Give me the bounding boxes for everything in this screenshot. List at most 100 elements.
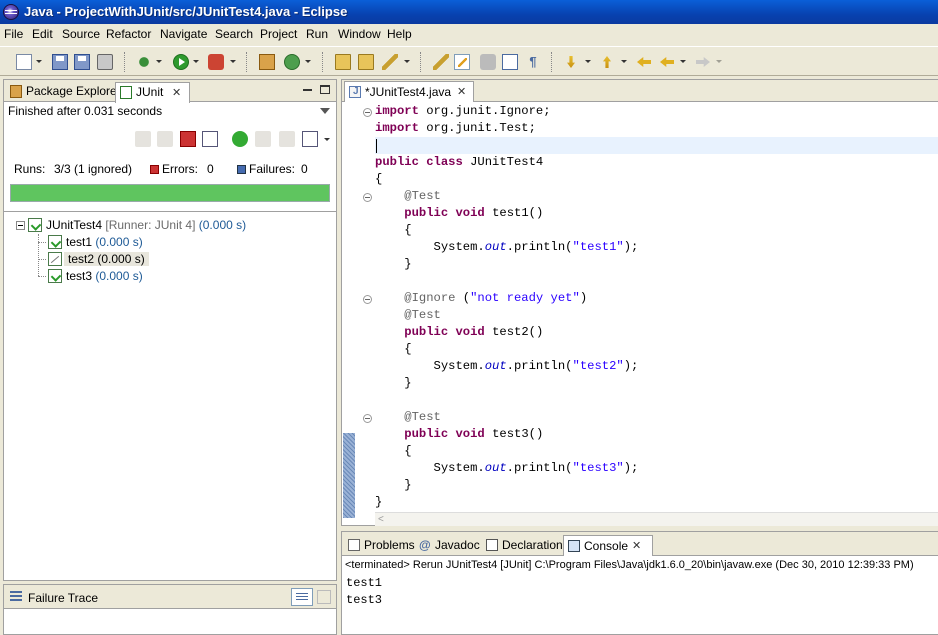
code-line: @Ignore ("not ready yet") <box>375 290 587 307</box>
console-output[interactable]: test1 test3 <box>346 575 382 609</box>
fold-test3-icon[interactable] <box>363 414 372 423</box>
save-all-icon[interactable] <box>74 54 90 70</box>
save-icon[interactable] <box>52 54 68 70</box>
compare-results-button[interactable] <box>317 590 331 604</box>
next-annotation-dropdown-icon[interactable] <box>585 54 591 70</box>
print-icon[interactable] <box>97 54 113 70</box>
fold-test2-icon[interactable] <box>363 295 372 304</box>
tab-junit-label: JUnit <box>136 85 164 99</box>
rerun-failed-first-icon[interactable] <box>255 131 271 147</box>
debug-icon[interactable] <box>136 54 152 70</box>
code-line: public void test3() <box>375 426 543 443</box>
error-icon <box>150 165 159 175</box>
open-type-icon[interactable] <box>335 54 351 70</box>
maximize-icon[interactable] <box>320 85 330 94</box>
test-time: (0.000 s) <box>97 252 145 266</box>
horizontal-scrollbar[interactable]: < <box>375 512 938 526</box>
tab-problems[interactable]: Problems <box>344 535 419 555</box>
previous-annotation-icon[interactable] <box>599 54 615 70</box>
run-icon[interactable] <box>173 54 189 70</box>
forward-icon[interactable] <box>695 54 711 70</box>
open-folder-icon[interactable] <box>358 54 374 70</box>
forward-dropdown-icon[interactable] <box>716 54 722 70</box>
close-icon[interactable]: ✕ <box>172 86 181 99</box>
show-source-icon[interactable] <box>502 54 518 70</box>
back-dropdown-icon[interactable] <box>680 54 686 70</box>
next-failure-icon[interactable] <box>135 131 151 147</box>
new-dropdown-icon[interactable] <box>36 54 42 70</box>
errors-counter: Errors: <box>150 162 198 176</box>
menu-refactor[interactable]: Refactor <box>106 27 151 41</box>
search-dropdown-icon[interactable] <box>404 54 410 70</box>
new-icon[interactable] <box>16 54 32 70</box>
view-menu-icon[interactable] <box>320 108 330 114</box>
code-line: } <box>375 375 412 392</box>
code-line: public void test1() <box>375 205 543 222</box>
run-dropdown-icon[interactable] <box>193 54 199 70</box>
menu-source[interactable]: Source <box>62 27 100 41</box>
fold-test1-icon[interactable] <box>363 193 372 202</box>
close-icon[interactable]: ✕ <box>632 539 641 552</box>
debug-dropdown-icon[interactable] <box>156 54 162 70</box>
menu-search[interactable]: Search <box>215 27 253 41</box>
tab-package-explorer[interactable]: Package Explorer <box>6 82 125 102</box>
code-token: ); <box>623 240 639 254</box>
menu-file[interactable]: File <box>4 27 23 41</box>
tab-junit[interactable]: JUnit ✕ <box>115 82 190 103</box>
show-whitespace-icon[interactable]: ¶ <box>525 54 541 70</box>
code-line: public class JUnitTest4 <box>375 154 543 171</box>
code-text-area[interactable]: import org.junit.Ignore; import org.junit… <box>375 103 938 515</box>
previous-failure-icon[interactable] <box>157 131 173 147</box>
close-icon[interactable]: ✕ <box>457 85 466 98</box>
filter-stack-trace-button[interactable] <box>291 588 313 606</box>
collapse-icon[interactable] <box>16 221 25 230</box>
selection-marker <box>343 433 355 518</box>
menu-window[interactable]: Window <box>338 27 381 41</box>
stop-icon[interactable] <box>279 131 295 147</box>
test-name: test1 <box>66 235 93 249</box>
menu-project[interactable]: Project <box>260 27 297 41</box>
scroll-lock-icon[interactable] <box>202 131 218 147</box>
mark-occurrences-icon[interactable] <box>454 54 470 70</box>
scroll-left-icon[interactable]: < <box>378 514 384 525</box>
new-class-dropdown-icon[interactable] <box>305 54 311 70</box>
tab-declaration-label: Declaration <box>502 538 563 552</box>
minimize-icon[interactable] <box>303 85 313 94</box>
test-run-history-icon[interactable] <box>302 131 318 147</box>
new-package-icon[interactable] <box>259 54 275 70</box>
code-token: } <box>375 376 412 390</box>
tab-junittest4-java[interactable]: *JUnitTest4.java ✕ <box>344 81 474 102</box>
code-token-ann: @Test <box>404 410 441 424</box>
code-token: org.junit.Ignore; <box>418 104 551 118</box>
menu-run[interactable]: Run <box>306 27 328 41</box>
show-failures-only-icon[interactable] <box>180 131 196 147</box>
tab-console[interactable]: Console ✕ <box>563 535 653 556</box>
code-line: } <box>375 494 382 511</box>
external-tools-icon[interactable] <box>208 54 224 70</box>
toggle-breadcrumb-icon[interactable] <box>433 54 449 70</box>
search-icon[interactable] <box>382 54 398 70</box>
menu-help[interactable]: Help <box>387 27 412 41</box>
history-dropdown-icon[interactable] <box>324 132 330 148</box>
new-class-icon[interactable] <box>284 54 300 70</box>
previous-annotation-dropdown-icon[interactable] <box>621 54 627 70</box>
console-status: <terminated> Rerun JUnitTest4 [JUnit] C:… <box>345 559 914 571</box>
tab-declaration[interactable]: Declaration <box>482 535 567 555</box>
menu-navigate[interactable]: Navigate <box>160 27 207 41</box>
menu-edit[interactable]: Edit <box>32 27 53 41</box>
back-icon[interactable] <box>659 54 675 70</box>
fold-imports-icon[interactable] <box>363 108 372 117</box>
block-selection-icon[interactable] <box>480 54 496 70</box>
code-token: test3() <box>484 427 544 441</box>
left-view-tabs: Package Explorer JUnit ✕ <box>4 80 336 103</box>
rerun-test-icon[interactable] <box>232 131 248 147</box>
failure-icon <box>237 165 246 175</box>
code-token-kw: public <box>404 206 449 220</box>
code-line: { <box>375 222 411 239</box>
external-tools-dropdown-icon[interactable] <box>230 54 236 70</box>
tab-javadoc[interactable]: @ Javadoc <box>415 535 484 555</box>
code-token: test2() <box>484 325 544 339</box>
code-token-kw: class <box>426 155 463 169</box>
next-annotation-icon[interactable] <box>563 54 579 70</box>
last-edit-location-icon[interactable] <box>636 54 652 70</box>
